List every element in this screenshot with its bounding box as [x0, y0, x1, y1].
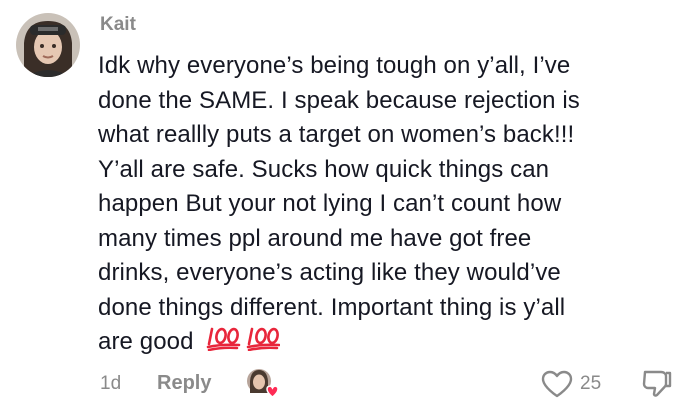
comment-line: Y’all are safe. Sucks how quick things c…	[98, 155, 550, 183]
reply-button[interactable]: Reply	[157, 372, 211, 395]
comment-line: happen But your not lying I can’t count …	[98, 190, 562, 217]
hundred-points-emoji-icon	[206, 325, 281, 362]
comment-footer: 1d Reply 25	[0, 363, 700, 403]
comment-line: are good	[98, 325, 678, 362]
comment-line: many times ppl around me have got free	[98, 224, 532, 252]
avatar[interactable]	[16, 13, 80, 77]
comment-line: what reallly puts a target on women’s ba…	[98, 121, 575, 148]
comment-date: 1d	[100, 373, 122, 394]
like-count: 25	[580, 373, 602, 394]
comment-line: done the SAME. I speak because rejection…	[98, 86, 580, 114]
comment-text: Idk why everyone’s being tough on y’all,…	[98, 49, 678, 362]
heart-outline-icon[interactable]	[540, 370, 574, 403]
creator-liked-icon	[245, 367, 279, 399]
username[interactable]: Kait	[100, 14, 136, 36]
comment-line: drinks, everyone’s acting like they woul…	[98, 259, 561, 286]
comment-line: Idk why everyone’s being tough on y’all,…	[98, 52, 571, 79]
comment-line-text: are good	[98, 328, 194, 355]
thumbs-down-outline-icon[interactable]	[641, 369, 673, 404]
comment-line: done things different. Important thing i…	[98, 293, 566, 321]
